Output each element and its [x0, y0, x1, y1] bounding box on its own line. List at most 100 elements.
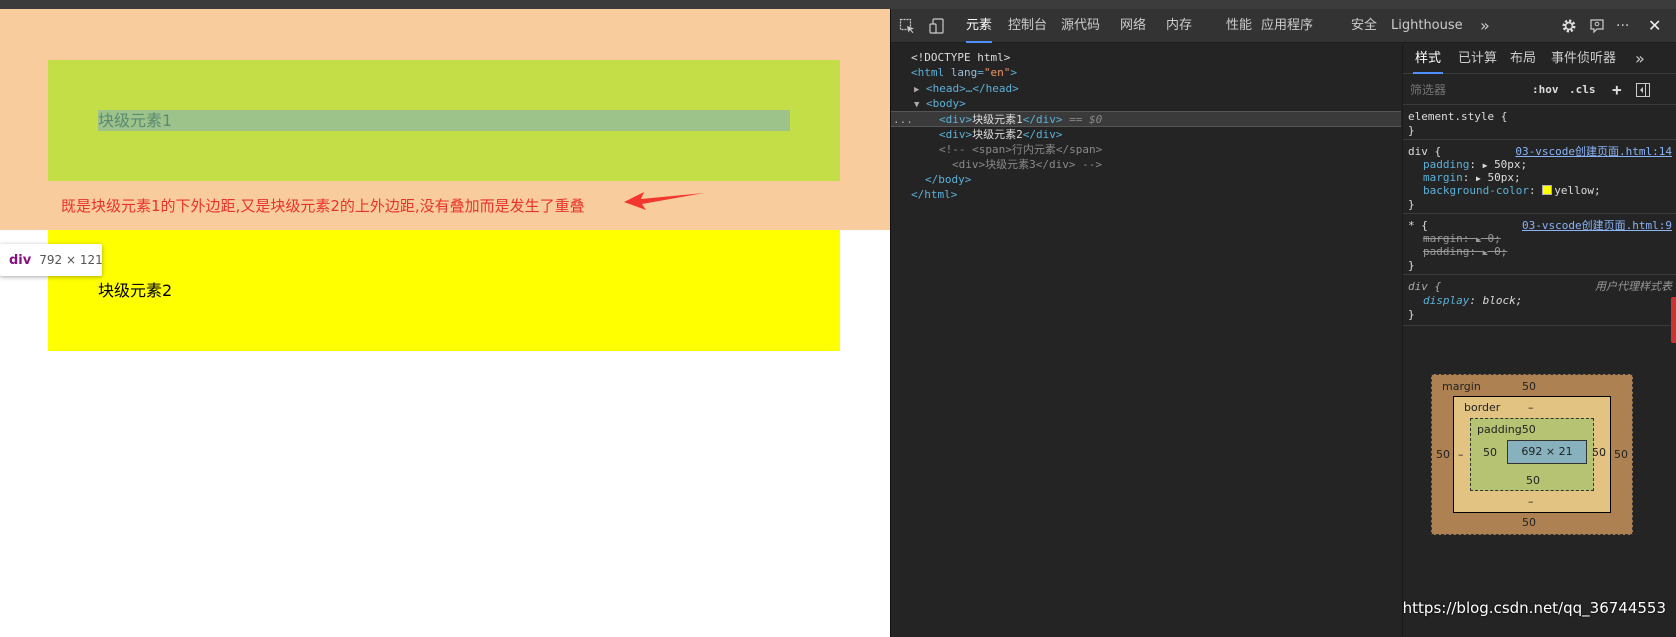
- dom-node-div-2[interactable]: <div>块级元素2</div>: [939, 127, 1063, 143]
- dom-node-head[interactable]: ▶ <head>…</head>: [914, 81, 1019, 97]
- element-tooltip: div 792 × 121: [0, 244, 103, 276]
- star-margin-value[interactable]: 0;: [1487, 232, 1500, 245]
- bm-padding-top[interactable]: 50: [1522, 423, 1536, 436]
- dom-node-html-close[interactable]: </html>: [911, 187, 957, 203]
- expand-star-padding-icon[interactable]: ▶: [1483, 248, 1488, 257]
- dom-node-body[interactable]: ▼ <body>: [914, 96, 966, 112]
- decl-background-color[interactable]: background-color: yellow;: [1423, 184, 1601, 198]
- content-highlight: [98, 110, 790, 131]
- tooltip-size: 792 × 121: [39, 253, 103, 267]
- device-toolbar-icon[interactable]: [929, 18, 945, 34]
- dom-node-doctype[interactable]: <!DOCTYPE html>: [911, 50, 1010, 66]
- comment-line-1: <!-- <span>行内元素</span>: [939, 143, 1103, 156]
- dom-node-body-close[interactable]: </body>: [925, 172, 971, 188]
- bm-margin-right[interactable]: 50: [1614, 448, 1628, 461]
- star-rule-brace: }: [1408, 259, 1415, 272]
- close-devtools-icon[interactable]: ✕: [1648, 9, 1661, 43]
- block-element-2[interactable]: 块级元素2: [48, 230, 840, 351]
- bm-border-left[interactable]: –: [1458, 448, 1464, 461]
- decl-padding[interactable]: padding: ▶ 50px;: [1423, 158, 1527, 172]
- dom-node-html[interactable]: <html lang="en">: [911, 65, 1017, 81]
- bg-value[interactable]: yellow;: [1554, 184, 1600, 197]
- styles-tabbar: 样式 已计算 布局 事件侦听器 »: [1403, 44, 1676, 74]
- block-element-1-text[interactable]: 块级元素1: [98, 110, 172, 131]
- new-rule-plus-icon[interactable]: +: [1612, 75, 1622, 105]
- collapse-arrow-icon[interactable]: ▼: [914, 100, 919, 110]
- color-swatch-icon[interactable]: [1542, 185, 1553, 195]
- decl-star-padding[interactable]: padding: ▶ 0;: [1423, 245, 1507, 259]
- margin-prop: margin: [1423, 171, 1463, 184]
- rule-div[interactable]: div { 03-vscode创建页面.html:14 padding: ▶ 5…: [1403, 141, 1676, 214]
- devtools-panel: 元素 控制台 源代码 网络 内存 性能 应用程序 安全 Lighthouse »…: [890, 9, 1676, 637]
- styles-pane: 样式 已计算 布局 事件侦听器 » :hov .cls + element.st…: [1402, 44, 1676, 637]
- block-element-2-text: 块级元素2: [98, 281, 173, 300]
- expand-star-margin-icon[interactable]: ▶: [1476, 235, 1481, 244]
- styles-filter-row: :hov .cls +: [1403, 75, 1676, 105]
- elements-tree: <!DOCTYPE html> <html lang="en"> ▶ <head…: [891, 44, 1401, 637]
- tab-network[interactable]: 网络: [1120, 9, 1146, 43]
- tab-sources[interactable]: 源代码: [1061, 9, 1100, 43]
- rule-universal[interactable]: * { 03-vscode创建页面.html:9 margin: ▶ 0; pa…: [1403, 215, 1676, 275]
- bm-margin-top[interactable]: 50: [1522, 380, 1536, 393]
- styles-filter-input[interactable]: [1407, 79, 1525, 101]
- watermark-url: https://blog.csdn.net/qq_36744553: [1402, 599, 1666, 617]
- div-rule-source-link[interactable]: 03-vscode创建页面.html:14: [1515, 145, 1672, 159]
- star-padding-value[interactable]: 0;: [1494, 245, 1507, 258]
- display-value: block;: [1482, 294, 1523, 307]
- rule-user-agent[interactable]: div { 用户代理样式表 display: block; }: [1403, 276, 1676, 326]
- padding-value[interactable]: 50px;: [1494, 158, 1527, 171]
- tab-event-listeners[interactable]: 事件侦听器: [1551, 44, 1616, 74]
- ua-rule-selector: div {: [1408, 280, 1442, 293]
- expand-margin-icon[interactable]: ▶: [1476, 174, 1481, 183]
- tab-layout[interactable]: 布局: [1510, 44, 1536, 74]
- tab-styles[interactable]: 样式: [1412, 44, 1444, 74]
- toggle-sidebar-icon[interactable]: [1636, 83, 1650, 97]
- scrollbar-thumb[interactable]: [1671, 297, 1676, 343]
- tab-lighthouse[interactable]: Lighthouse: [1391, 9, 1463, 43]
- decl-margin[interactable]: margin: ▶ 50px;: [1423, 171, 1521, 185]
- rule-element-style[interactable]: element.style { }: [1403, 106, 1676, 140]
- box-model-border[interactable]: border – – – – padding50 50 50 50 692 × …: [1453, 396, 1611, 513]
- bm-padding-bottom[interactable]: 50: [1526, 474, 1540, 487]
- dom-comment-2[interactable]: <div>块级元素3</div> -->: [952, 157, 1102, 173]
- tab-elements[interactable]: 元素: [966, 9, 993, 43]
- html-close-tag: </html>: [911, 188, 958, 201]
- expand-padding-icon[interactable]: ▶: [1483, 161, 1488, 170]
- more-tabs-icon[interactable]: »: [1480, 9, 1490, 43]
- display-prop: display: [1423, 294, 1470, 307]
- bm-padding-left[interactable]: 50: [1483, 446, 1497, 459]
- feedback-icon[interactable]: [1589, 18, 1605, 34]
- devtools-toolbar: 元素 控制台 源代码 网络 内存 性能 应用程序 安全 Lighthouse »…: [891, 9, 1676, 43]
- bm-margin-left[interactable]: 50: [1436, 448, 1450, 461]
- bm-margin-bottom[interactable]: 50: [1522, 516, 1536, 529]
- customize-menu-icon[interactable]: ···: [1616, 9, 1629, 43]
- hov-toggle[interactable]: :hov: [1532, 75, 1559, 105]
- cls-toggle[interactable]: .cls: [1569, 75, 1596, 105]
- dom-node-div-selected[interactable]: ... <div>块级元素1</div> == $0: [891, 111, 1401, 127]
- bm-border-top[interactable]: –: [1528, 401, 1534, 414]
- box-model-padding[interactable]: padding50 50 50 50 692 × 21: [1470, 418, 1606, 491]
- bm-border-bottom[interactable]: –: [1528, 495, 1534, 508]
- settings-gear-icon[interactable]: [1561, 18, 1577, 34]
- decl-star-margin[interactable]: margin: ▶ 0;: [1423, 232, 1501, 246]
- star-rule-source-link[interactable]: 03-vscode创建页面.html:9: [1522, 219, 1672, 233]
- expand-arrow-icon[interactable]: ▶: [914, 85, 919, 95]
- div2-open-tag: <div>: [939, 128, 973, 141]
- bm-padding-right[interactable]: 50: [1592, 446, 1606, 459]
- box-model-content-size[interactable]: 692 × 21: [1507, 440, 1587, 464]
- inspect-element-icon[interactable]: [899, 18, 915, 34]
- tab-console[interactable]: 控制台: [1008, 9, 1047, 43]
- tab-application[interactable]: 应用程序: [1261, 9, 1313, 43]
- box-model-margin[interactable]: margin 50 50 50 50 border – – – – paddin…: [1431, 374, 1633, 535]
- tab-security[interactable]: 安全: [1351, 9, 1377, 43]
- star-rule-selector: * {: [1408, 219, 1428, 232]
- tab-memory[interactable]: 内存: [1166, 9, 1192, 43]
- tab-computed[interactable]: 已计算: [1458, 44, 1497, 74]
- bm-margin-label: margin: [1442, 380, 1481, 393]
- node-ellipsis[interactable]: ...: [893, 112, 913, 128]
- window-top-strip: [0, 0, 1676, 9]
- more-styles-tabs-icon[interactable]: »: [1635, 44, 1645, 74]
- tab-performance[interactable]: 性能: [1226, 9, 1252, 43]
- margin-value[interactable]: 50px;: [1487, 171, 1520, 184]
- dom-comment-1[interactable]: <!-- <span>行内元素</span>: [939, 142, 1102, 158]
